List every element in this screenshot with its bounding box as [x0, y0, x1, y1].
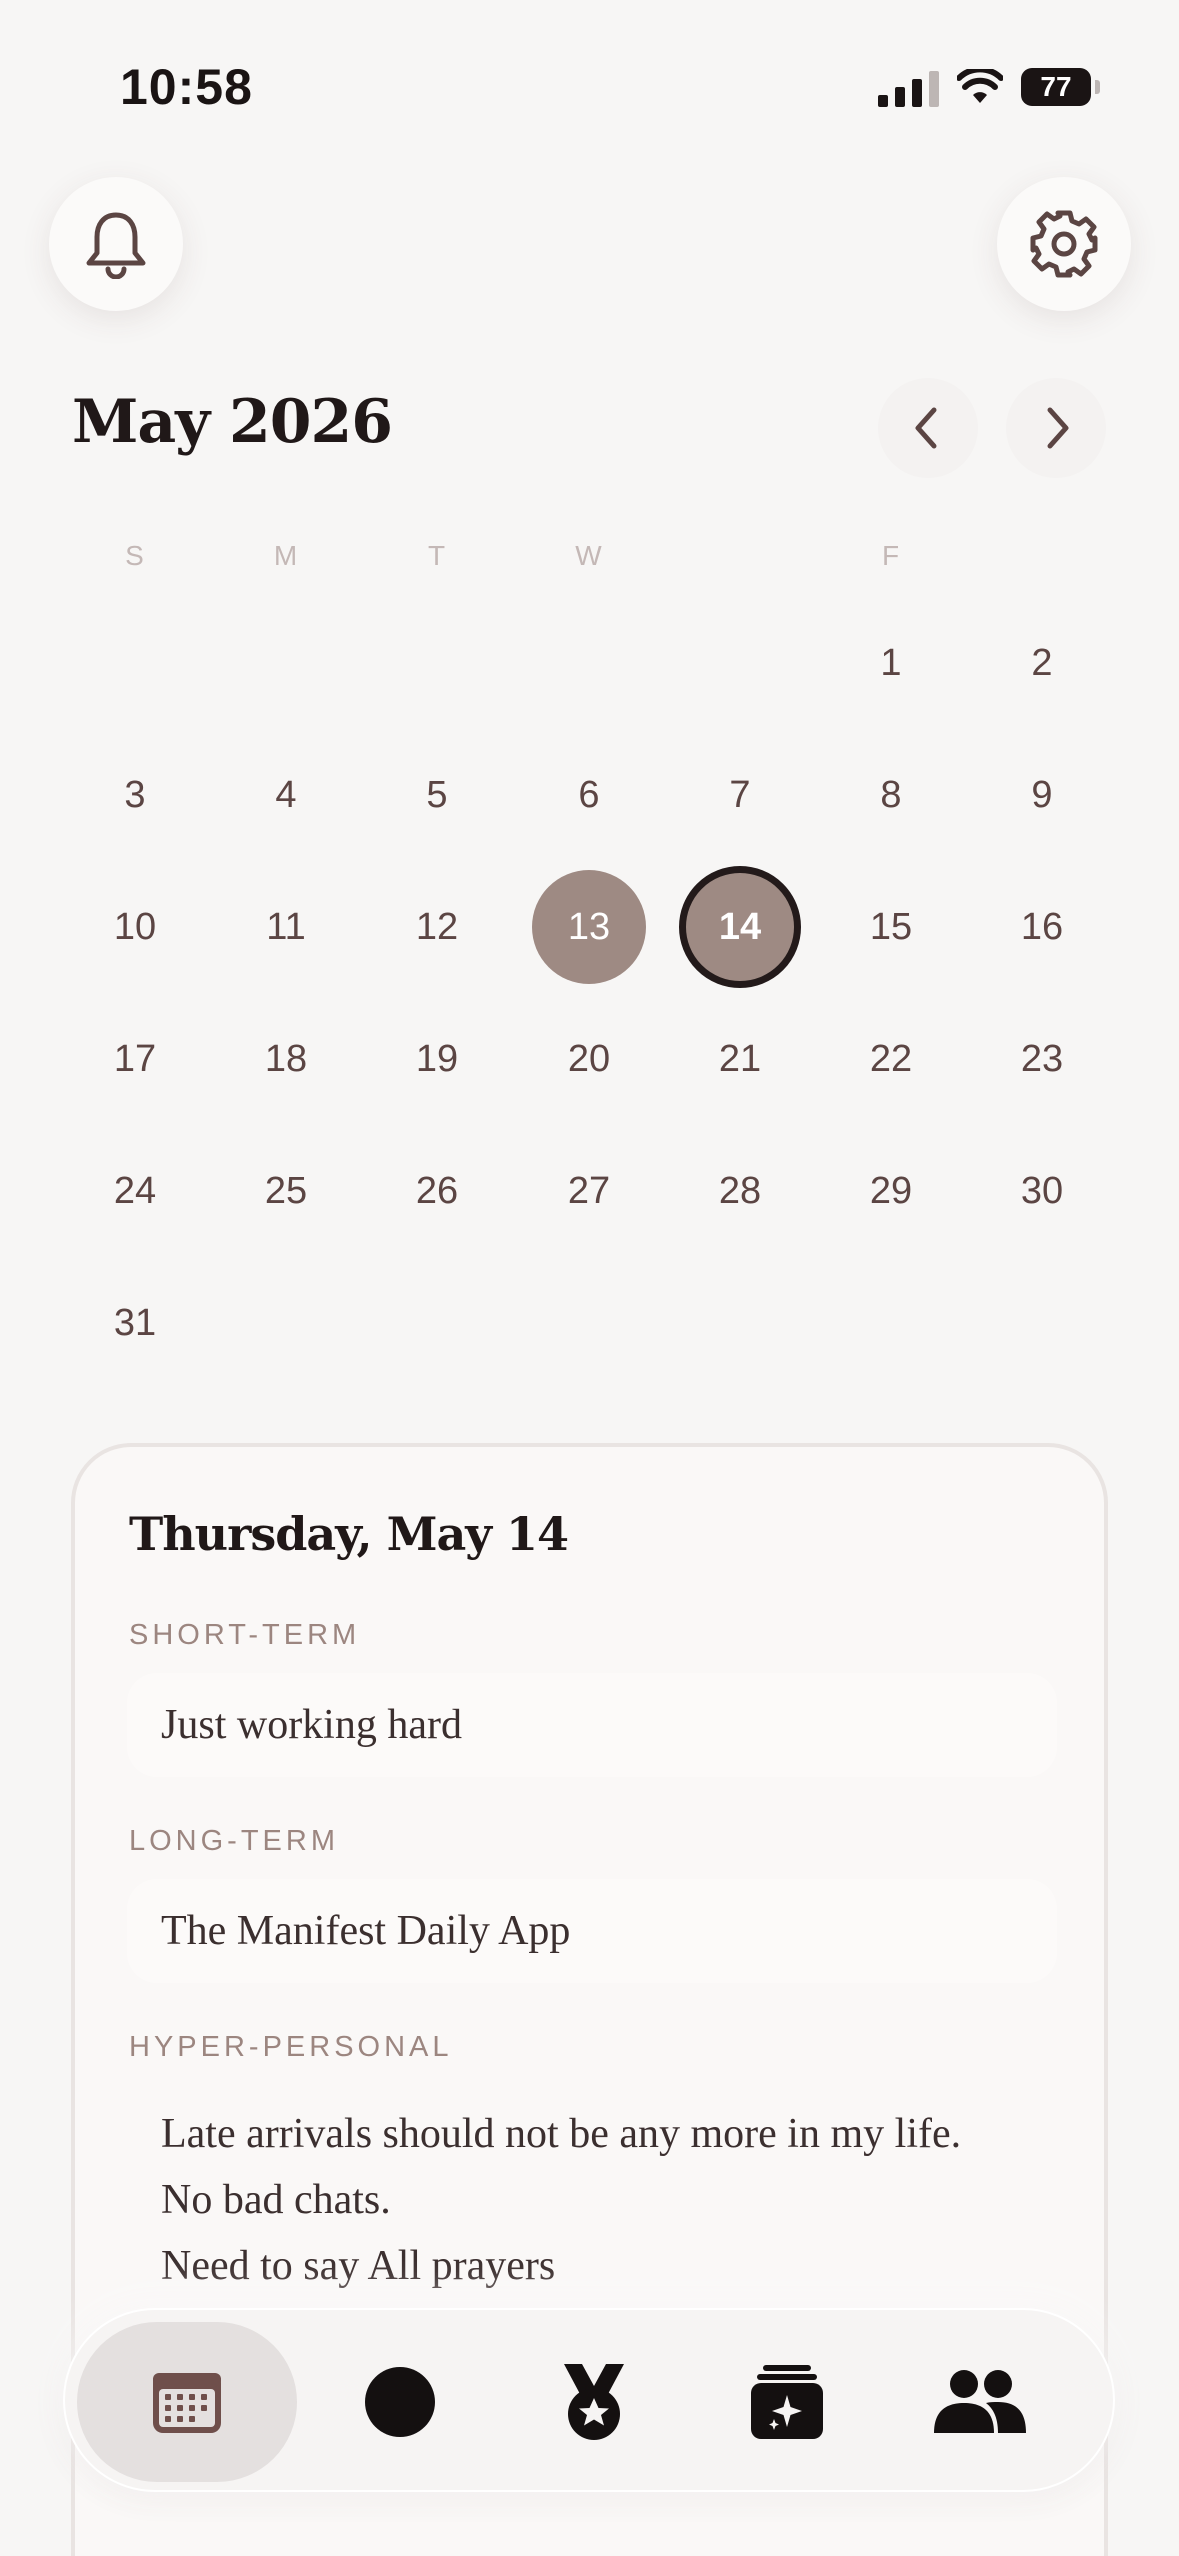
- tab-calendar[interactable]: [77, 2322, 297, 2482]
- medal-icon: [564, 2364, 624, 2440]
- status-time: 10:58: [120, 59, 253, 115]
- short-term-label: SHORT-TERM: [129, 1619, 361, 1651]
- short-term-note[interactable]: Just working hard: [127, 1673, 1057, 1777]
- day-card-title: Thursday, May 14: [129, 1507, 569, 1561]
- calendar-day[interactable]: 12: [377, 867, 497, 987]
- app-screen: 10:58 77 May 2026 S M T W F 1 2 3 4 5 6 …: [0, 0, 1179, 2556]
- calendar-day[interactable]: 8: [831, 735, 951, 855]
- gear-icon: [1030, 210, 1098, 278]
- calendar-day[interactable]: 19: [377, 999, 497, 1119]
- hyper-personal-note[interactable]: Late arrivals should not be any more in …: [161, 2101, 961, 2299]
- calendar-day-selected[interactable]: 14: [679, 866, 801, 988]
- weekday-wednesday: W: [575, 540, 603, 571]
- tab-achievements[interactable]: [514, 2322, 674, 2482]
- calendar-day[interactable]: 20: [529, 999, 649, 1119]
- calendar-day[interactable]: 28: [680, 1131, 800, 1251]
- calendar-day[interactable]: 1: [831, 603, 951, 723]
- calendar-day[interactable]: 26: [377, 1131, 497, 1251]
- note-line: No bad chats.: [161, 2177, 391, 2223]
- weekday-sunday: S: [125, 540, 145, 571]
- notifications-button[interactable]: [49, 177, 183, 311]
- calendar-day[interactable]: 6: [529, 735, 649, 855]
- calendar-day[interactable]: 17: [75, 999, 195, 1119]
- battery-indicator: 77: [1021, 68, 1100, 106]
- calendar-day[interactable]: 9: [982, 735, 1102, 855]
- calendar-day[interactable]: 27: [529, 1131, 649, 1251]
- sparkle-cards-icon: [751, 2365, 823, 2439]
- calendar-day[interactable]: 21: [680, 999, 800, 1119]
- weekday-tuesday: T: [427, 540, 447, 571]
- note-line: Late arrivals should not be any more in …: [161, 2111, 962, 2157]
- calendar-day[interactable]: 4: [226, 735, 346, 855]
- tab-circle[interactable]: [320, 2322, 480, 2482]
- note-line: Need to say All prayers: [161, 2243, 556, 2289]
- calendar-day[interactable]: 30: [982, 1131, 1102, 1251]
- calendar-day[interactable]: 2: [982, 603, 1102, 723]
- calendar-day-highlighted[interactable]: 13: [532, 870, 646, 984]
- calendar-day[interactable]: 25: [226, 1131, 346, 1251]
- calendar-day[interactable]: 22: [831, 999, 951, 1119]
- previous-month-button[interactable]: [878, 378, 978, 478]
- calendar-day[interactable]: 10: [75, 867, 195, 987]
- calendar-day[interactable]: 24: [75, 1131, 195, 1251]
- long-term-label: LONG-TERM: [129, 1825, 339, 1857]
- wifi-icon: [957, 69, 1003, 103]
- month-title: May 2026: [72, 387, 393, 457]
- calendar-day[interactable]: 7: [680, 735, 800, 855]
- people-icon: [934, 2370, 1026, 2433]
- weekday-friday: F: [881, 540, 901, 571]
- calendar-day[interactable]: 15: [831, 867, 951, 987]
- bell-icon: [86, 212, 146, 279]
- calendar-icon: [153, 2373, 221, 2433]
- calendar-day[interactable]: 5: [377, 735, 497, 855]
- calendar-day[interactable]: 29: [831, 1131, 951, 1251]
- calendar-day[interactable]: 16: [982, 867, 1102, 987]
- circle-icon: [365, 2367, 435, 2437]
- weekday-monday: M: [273, 540, 299, 571]
- calendar-day[interactable]: 23: [982, 999, 1102, 1119]
- tab-bar: [63, 2308, 1115, 2492]
- calendar-day[interactable]: 31: [75, 1263, 195, 1383]
- chevron-left-icon: [915, 407, 937, 449]
- calendar-day[interactable]: 18: [226, 999, 346, 1119]
- tab-cards[interactable]: [707, 2322, 867, 2482]
- next-month-button[interactable]: [1006, 378, 1106, 478]
- cellular-signal-icon: [878, 67, 939, 107]
- hyper-personal-label: HYPER-PERSONAL: [129, 2031, 453, 2063]
- chevron-right-icon: [1047, 407, 1069, 449]
- long-term-note[interactable]: The Manifest Daily App: [127, 1879, 1057, 1983]
- tab-community[interactable]: [900, 2322, 1060, 2482]
- settings-button[interactable]: [997, 177, 1131, 311]
- status-icons: 77: [878, 62, 1100, 112]
- calendar-day[interactable]: 11: [226, 867, 346, 987]
- calendar-day[interactable]: 3: [75, 735, 195, 855]
